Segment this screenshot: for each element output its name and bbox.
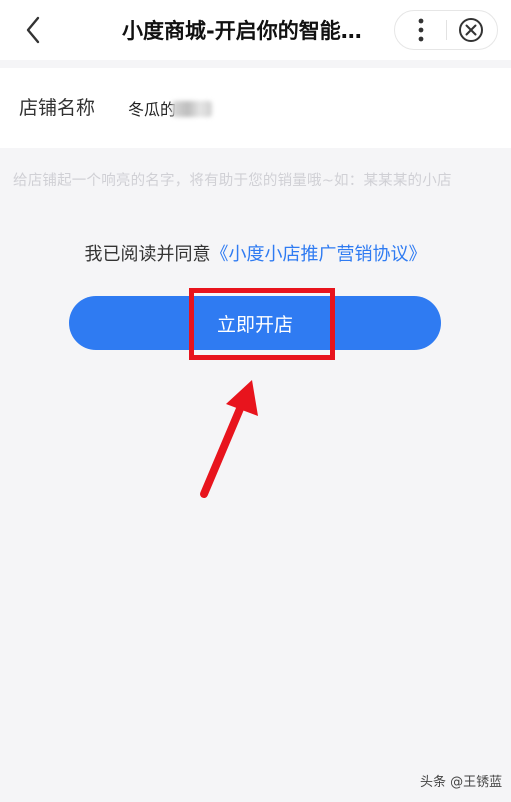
shop-name-hint: 给店铺起一个响亮的名字，将有助于您的销量哦~如：某某某的小店 — [13, 173, 452, 189]
agreement-row: 我已阅读并同意《小度小店推广营销协议》 — [0, 241, 511, 269]
agreement-text: 我已阅读并同意 — [84, 244, 211, 265]
close-circle-icon — [459, 18, 483, 42]
page-title: 小度商城-开启你的智能… — [122, 19, 362, 43]
agreement-link[interactable]: 《小度小店推广营销协议》 — [211, 244, 427, 265]
title-bar: 小度商城-开启你的智能… — [0, 0, 511, 60]
mini-program-capsule — [394, 10, 498, 50]
watermark: 头条 @王锈蓝 — [420, 775, 503, 790]
shop-name-label: 店铺名称 — [19, 97, 96, 119]
annotation-arrow-icon — [200, 380, 258, 498]
shop-name-row: 店铺名称 — [0, 68, 511, 148]
blurred-name-part — [172, 101, 212, 117]
chevron-left-icon — [26, 16, 40, 44]
more-button[interactable] — [395, 11, 447, 49]
back-button[interactable] — [18, 14, 50, 46]
more-vertical-icon — [418, 18, 424, 42]
close-button[interactable] — [447, 11, 497, 49]
open-shop-button[interactable]: 立即开店 — [69, 296, 441, 350]
